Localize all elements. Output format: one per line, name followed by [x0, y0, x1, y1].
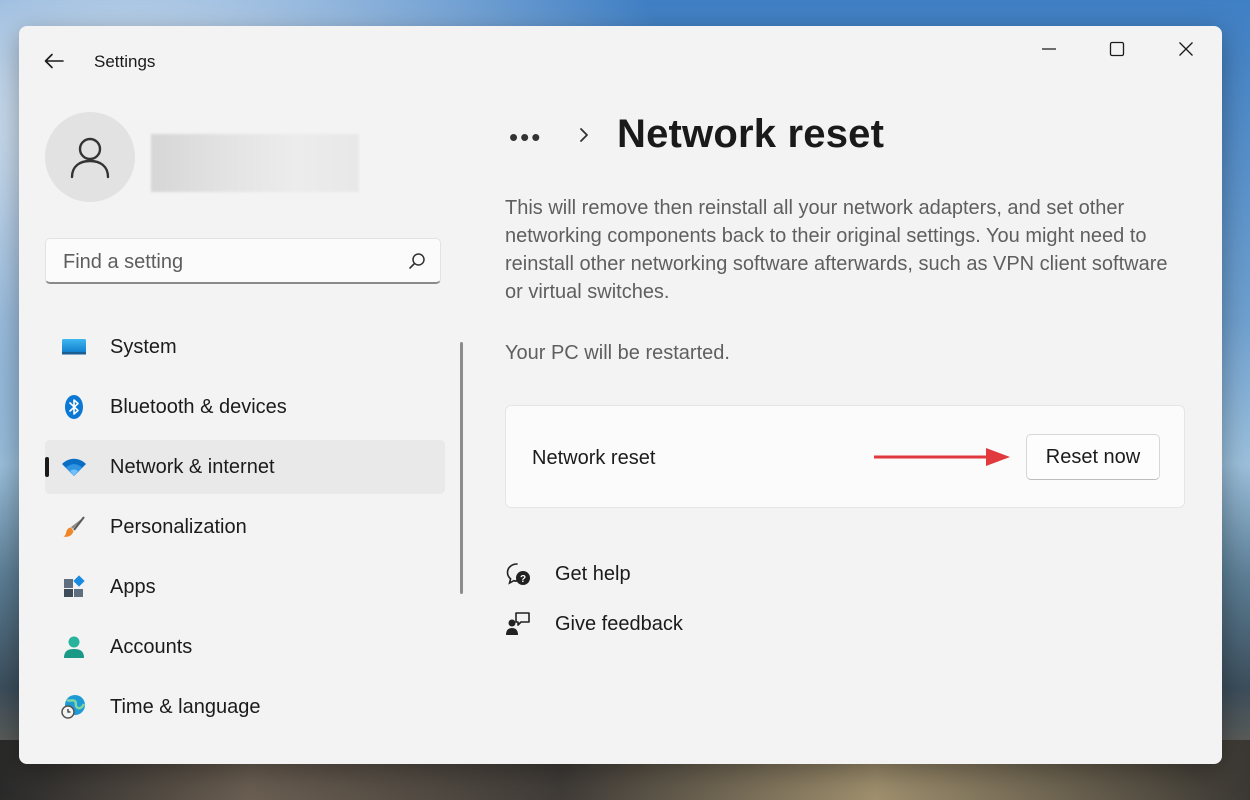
sidebar-item-label: Apps	[110, 575, 156, 598]
give-feedback-link[interactable]: Give feedback	[505, 608, 683, 640]
sidebar-item-system[interactable]: System	[45, 320, 445, 374]
search-box[interactable]	[45, 238, 441, 285]
sidebar-item-label: System	[110, 335, 177, 358]
sidebar-item-bluetooth[interactable]: Bluetooth & devices	[45, 380, 445, 434]
brush-icon	[61, 515, 87, 539]
sidebar-nav: System Bluetooth & devices Network & int…	[45, 320, 445, 740]
back-button[interactable]	[37, 46, 71, 76]
give-feedback-label: Give feedback	[555, 612, 683, 635]
system-icon	[61, 335, 87, 359]
feedback-icon	[505, 611, 531, 637]
back-arrow-icon	[44, 53, 64, 69]
page-title: Network reset	[617, 112, 885, 156]
accounts-icon	[61, 635, 87, 659]
restart-note: Your PC will be restarted.	[505, 342, 730, 364]
sidebar-item-network[interactable]: Network & internet	[45, 440, 445, 494]
chevron-right-icon	[580, 128, 588, 142]
apps-icon	[61, 575, 87, 599]
get-help-link[interactable]: ? Get help	[505, 558, 631, 590]
close-button[interactable]	[1152, 26, 1220, 72]
sidebar-item-label: Bluetooth & devices	[110, 395, 287, 418]
settings-window: Settings Syst	[19, 26, 1222, 764]
sidebar-item-label: Time & language	[110, 695, 261, 718]
user-icon	[70, 137, 110, 179]
close-icon	[1179, 42, 1193, 56]
minimize-button[interactable]	[1015, 26, 1083, 72]
sidebar-item-label: Accounts	[110, 635, 193, 658]
sidebar-item-apps[interactable]: Apps	[45, 560, 445, 614]
avatar[interactable]	[45, 112, 135, 202]
maximize-button[interactable]	[1083, 26, 1151, 72]
search-icon[interactable]	[408, 252, 426, 270]
sidebar-item-label: Personalization	[110, 515, 247, 538]
breadcrumb-more[interactable]: •••	[509, 122, 542, 153]
wifi-icon	[61, 455, 87, 479]
sidebar-item-time-language[interactable]: Time & language	[45, 680, 445, 734]
sidebar-item-personalization[interactable]: Personalization	[45, 500, 445, 554]
sidebar-item-accounts[interactable]: Accounts	[45, 620, 445, 674]
svg-text:?: ?	[520, 574, 526, 585]
sidebar-item-label: Network & internet	[110, 455, 275, 478]
help-chat-icon: ?	[505, 561, 531, 587]
minimize-icon	[1042, 48, 1056, 50]
search-input[interactable]	[61, 239, 395, 285]
app-title: Settings	[94, 52, 156, 71]
user-name-redacted	[151, 134, 359, 192]
bluetooth-icon	[61, 395, 87, 419]
red-arrow-annotation-icon	[874, 448, 1010, 466]
description-text: This will remove then reinstall all your…	[505, 197, 1168, 303]
time-language-icon	[61, 695, 87, 719]
get-help-label: Get help	[555, 562, 631, 585]
network-reset-label: Network reset	[532, 447, 656, 469]
maximize-icon	[1109, 41, 1125, 57]
reset-now-button[interactable]: Reset now	[1026, 434, 1160, 480]
network-reset-card: Network reset Reset now	[505, 405, 1185, 508]
sidebar-scrollbar[interactable]	[460, 342, 463, 594]
